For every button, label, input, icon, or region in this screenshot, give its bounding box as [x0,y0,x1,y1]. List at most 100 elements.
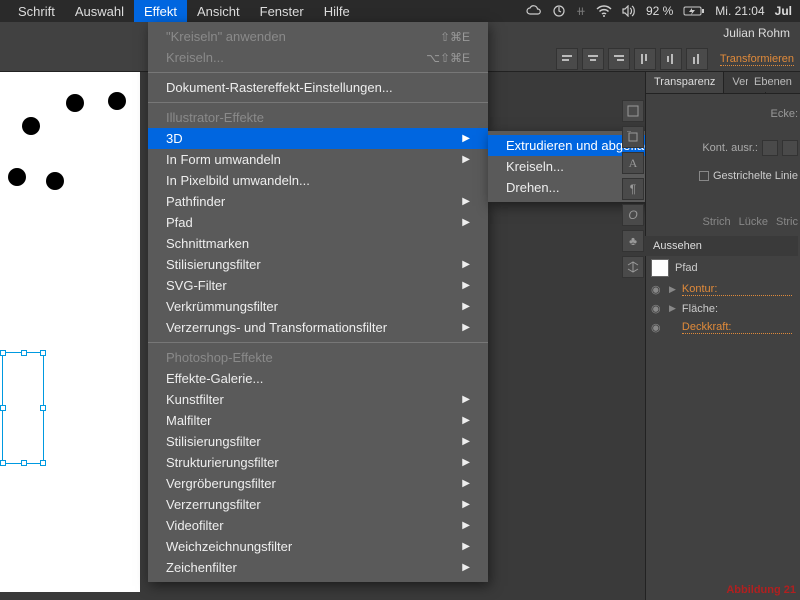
chevron-right-icon: ▶ [462,478,470,489]
menu-section-header: Illustrator-Effekte [148,107,488,128]
menu-separator [148,102,488,103]
menu-brush[interactable]: Malfilter▶ [148,410,488,431]
volume-icon [622,5,636,17]
menu-auswahl[interactable]: Auswahl [65,0,134,22]
menu-in-form[interactable]: In Form umwandeln▶ [148,149,488,170]
side-icon-paragraph[interactable]: ¶ [622,178,644,200]
ebenen-tab[interactable]: Ebenen [748,72,798,92]
artwork-dot [108,92,126,110]
wifi-icon [596,5,612,17]
align-btn-1[interactable] [556,48,578,70]
menu-fenster[interactable]: Fenster [250,0,314,22]
side-icon-opentype[interactable]: O [622,204,644,226]
appearance-row-stroke[interactable]: ◉ ▶ Kontur: [645,280,798,299]
side-icon-swatches[interactable]: ♣ [622,230,644,252]
menu-pathfinder[interactable]: Pathfinder▶ [148,191,488,212]
menu-separator [148,342,488,343]
appearance-panel: Pfad ◉ ▶ Kontur: ◉ ▶ Fläche: ◉ ▶ Deckkra… [645,256,798,337]
tab-luecke[interactable]: Lücke [739,216,768,228]
appearance-header[interactable]: Aussehen [645,236,798,256]
align-btn-6[interactable] [686,48,708,70]
chevron-right-icon: ▶ [462,394,470,405]
cloud-icon [526,5,542,17]
menu-video[interactable]: Videofilter▶ [148,515,488,536]
side-icon-symbols[interactable] [622,256,644,278]
menu-cropmarks[interactable]: Schnittmarken [148,233,488,254]
menu-rasterize[interactable]: In Pixelbild umwandeln... [148,170,488,191]
stroke-align-btn[interactable] [782,140,798,156]
transformieren-link[interactable]: Transformieren [720,53,794,66]
chevron-right-icon: ▶ [462,436,470,447]
align-btn-4[interactable] [634,48,656,70]
menu-texture[interactable]: Strukturierungsfilter▶ [148,452,488,473]
menu-3d[interactable]: 3D▶ [148,128,488,149]
chevron-right-icon: ▶ [462,301,470,312]
chevron-right-icon: ▶ [462,133,470,144]
chevron-right-icon: ▶ [462,280,470,291]
visibility-icon[interactable]: ◉ [651,321,663,334]
chevron-right-icon: ▶ [462,217,470,228]
visibility-icon[interactable]: ◉ [651,283,663,296]
menu-blur[interactable]: Weichzeichnungsfilter▶ [148,536,488,557]
artwork-dot [46,172,64,190]
menu-stylize[interactable]: Stilisierungsfilter▶ [148,254,488,275]
menu-ansicht[interactable]: Ansicht [187,0,250,22]
side-icon-text[interactable]: A [622,152,644,174]
selection-rect [2,352,44,464]
align-btn-5[interactable] [660,48,682,70]
menu-pfad[interactable]: Pfad▶ [148,212,488,233]
disclosure-icon[interactable]: ▶ [669,284,676,295]
figure-caption: Abbildung 21 [726,584,796,596]
menu-pixelate[interactable]: Vergröberungsfilter▶ [148,473,488,494]
side-icon-strip: A ¶ O ♣ [622,100,644,278]
menu-ps-distort[interactable]: Verzerrungsfilter▶ [148,494,488,515]
menu-svgfilter[interactable]: SVG-Filter▶ [148,275,488,296]
tab-transparenz[interactable]: Transparenz [646,72,724,93]
chevron-right-icon: ▶ [462,259,470,270]
menu-separator [148,72,488,73]
canvas[interactable] [0,72,140,592]
chevron-right-icon: ▶ [462,562,470,573]
menu-hilfe[interactable]: Hilfe [314,0,360,22]
menu-artistic[interactable]: Kunstfilter▶ [148,389,488,410]
align-btn-2[interactable] [582,48,604,70]
menu-warp[interactable]: Verkrümmungsfilter▶ [148,296,488,317]
appearance-row-opacity[interactable]: ◉ ▶ Deckkraft: [645,318,798,337]
stroke-align-btn[interactable] [762,140,778,156]
chevron-right-icon: ▶ [462,154,470,165]
dashed-checkbox[interactable] [699,171,709,181]
chevron-right-icon: ▶ [462,415,470,426]
visibility-icon[interactable]: ◉ [651,302,663,315]
side-icon-panel[interactable] [622,100,644,122]
username-label: Julian Rohm [723,26,790,40]
battery-icon [683,5,705,17]
effect-menu: "Kreiseln" anwenden⇧⌘E Kreiseln...⌥⇧⌘E D… [148,22,488,582]
appearance-row-fill[interactable]: ◉ ▶ Fläche: [645,299,798,318]
chevron-right-icon: ▶ [462,457,470,468]
menu-ps-stylize[interactable]: Stilisierungsfilter▶ [148,431,488,452]
disclosure-icon[interactable]: ▶ [669,303,676,314]
menu-distort[interactable]: Verzerrungs- und Transformationsfilter▶ [148,317,488,338]
chevron-right-icon: ▶ [462,541,470,552]
corner-label: Ecke: [770,108,798,120]
menu-apply-last: "Kreiseln" anwenden⇧⌘E [148,26,488,47]
user-short: Jul [775,4,792,18]
battery-text: 92 % [646,4,673,18]
tab-strich2[interactable]: Stric [776,216,798,228]
menu-fx-gallery[interactable]: Effekte-Galerie... [148,368,488,389]
menu-schrift[interactable]: Schrift [8,0,65,22]
side-icon-artboard[interactable] [622,126,644,148]
tab-strich[interactable]: Strich [703,216,731,228]
chevron-right-icon: ▶ [462,499,470,510]
align-stroke-label: Kont. ausr.: [702,140,798,156]
menu-effekt[interactable]: Effekt [134,0,187,22]
menu-doc-raster[interactable]: Dokument-Rastereffekt-Einstellungen... [148,77,488,98]
artwork-dot [66,94,84,112]
path-swatch [651,259,669,277]
menu-sketch[interactable]: Zeichenfilter▶ [148,557,488,578]
align-btn-3[interactable] [608,48,630,70]
appearance-row-path[interactable]: Pfad [645,256,798,280]
artwork-dot [22,117,40,135]
bluetooth-icon: ⧺ [576,4,586,18]
artwork-dot [8,168,26,186]
